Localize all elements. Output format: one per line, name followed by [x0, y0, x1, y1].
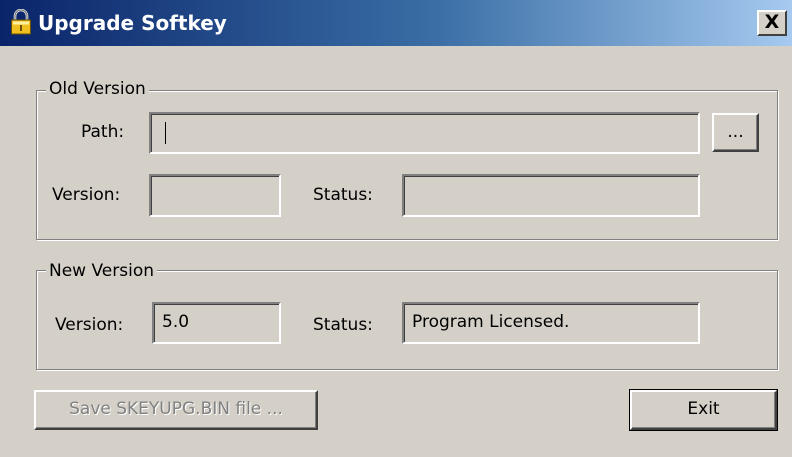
- old-status-label: Status:: [313, 185, 373, 205]
- path-label: Path:: [81, 122, 125, 142]
- save-skeyupg-button[interactable]: Save SKEYUPG.BIN file ...: [34, 390, 318, 430]
- close-button[interactable]: X: [757, 10, 787, 36]
- new-version-field: 5.0: [152, 302, 281, 344]
- window-title: Upgrade Softkey: [38, 11, 227, 35]
- old-status-field: [402, 174, 700, 217]
- new-version-group-label: New Version: [46, 261, 157, 281]
- upgrade-softkey-window: Upgrade Softkey X Old Version Path: ... …: [0, 0, 792, 457]
- new-status-field: Program Licensed.: [402, 302, 700, 344]
- title-bar[interactable]: Upgrade Softkey X: [0, 0, 792, 46]
- old-version-label: Version:: [52, 185, 121, 205]
- old-version-group-label: Old Version: [46, 79, 149, 99]
- new-version-label: Version:: [55, 315, 124, 335]
- browse-button[interactable]: ...: [712, 113, 759, 152]
- path-input[interactable]: [149, 112, 700, 154]
- text-caret: [165, 122, 166, 144]
- exit-button[interactable]: Exit: [629, 389, 778, 431]
- lock-icon: [11, 9, 31, 35]
- old-version-field: [149, 174, 281, 217]
- new-status-label: Status:: [313, 315, 373, 335]
